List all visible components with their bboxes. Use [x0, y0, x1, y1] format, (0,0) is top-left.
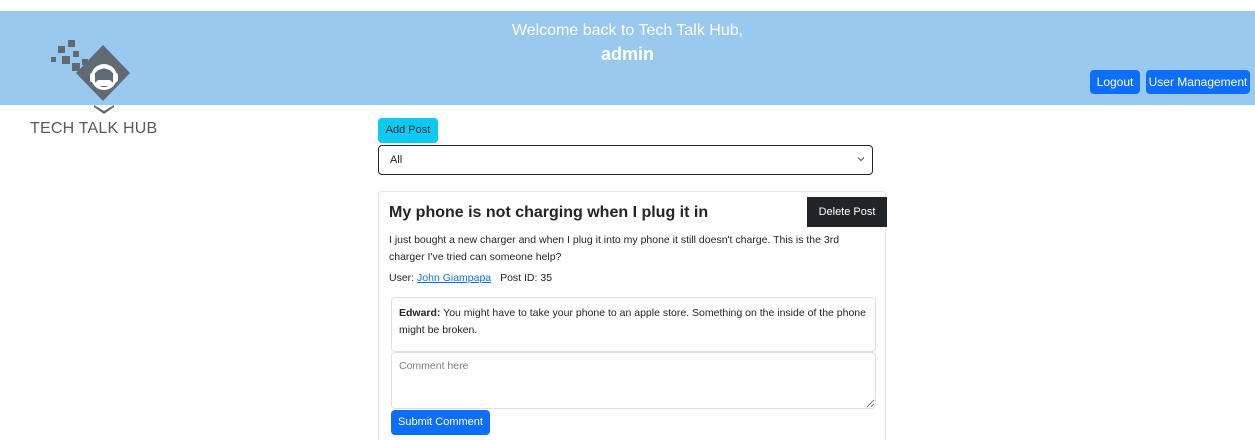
category-filter-select[interactable]: All: [378, 145, 873, 175]
comment-text: Edward: You might have to take your phon…: [399, 305, 869, 339]
user-management-button[interactable]: User Management: [1146, 70, 1250, 94]
comment-body: You might have to take your phone to an …: [399, 307, 866, 336]
filter-selected-value: All: [390, 154, 403, 166]
post-id-value: 35: [540, 272, 553, 284]
comment-author: Edward:: [399, 307, 441, 319]
add-post-button[interactable]: Add Post: [378, 118, 438, 143]
chevron-down-icon: [857, 157, 865, 162]
logo-text: TECH TALK HUB: [30, 120, 158, 137]
username-text: admin: [600, 44, 654, 64]
user-label: User:: [389, 272, 415, 284]
comment-item: Edward: You might have to take your phon…: [391, 297, 876, 352]
post-card: My phone is not charging when I plug it …: [378, 191, 887, 440]
comment-input[interactable]: [391, 352, 876, 409]
post-body: I just bought a new charger and when I p…: [389, 234, 840, 263]
post-id-label: Post ID:: [500, 272, 538, 284]
submit-comment-button[interactable]: Submit Comment: [391, 410, 490, 435]
logout-button[interactable]: Logout: [1090, 70, 1140, 94]
welcome-text: Welcome back to Tech Talk Hub,: [511, 22, 744, 39]
post-meta: User: John Giampapa Post ID: 35: [389, 272, 552, 284]
delete-post-button[interactable]: Delete Post: [807, 197, 887, 227]
post-title: My phone is not charging when I plug it …: [389, 204, 709, 221]
post-author-link[interactable]: John Giampapa: [417, 272, 491, 284]
logo: [48, 37, 148, 115]
headphones-person-icon: [51, 40, 130, 114]
header-bar: Welcome back to Tech Talk Hub, admin Log…: [0, 11, 1255, 105]
